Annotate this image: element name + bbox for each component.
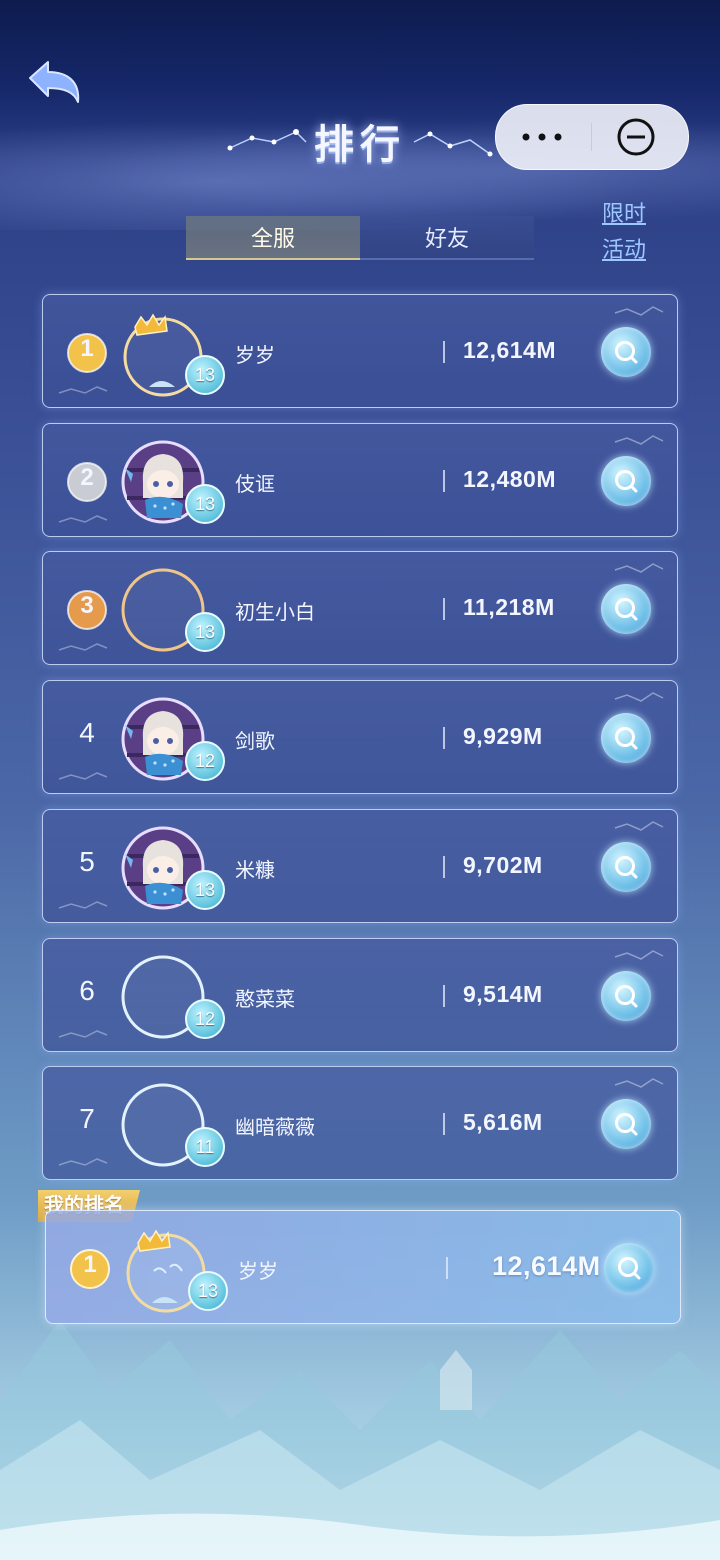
- player-name: 憨菜菜: [235, 988, 295, 1011]
- score-separator: [443, 598, 445, 621]
- constellation-decoration-icon: [58, 1158, 108, 1166]
- view-profile-button[interactable]: [601, 713, 651, 764]
- view-profile-button[interactable]: [601, 841, 651, 892]
- event-link-line1: 限时: [601, 201, 646, 226]
- player-name: 初生小白: [235, 602, 315, 625]
- player-name: 伎诓: [235, 473, 275, 496]
- player-score: 12,480M: [463, 465, 557, 492]
- minus-circle-icon: [617, 118, 655, 156]
- constellation-decoration-icon: [614, 820, 664, 831]
- constellation-decoration-icon: [58, 643, 108, 652]
- search-icon: [615, 727, 638, 750]
- search-icon: [615, 1113, 638, 1136]
- ranking-row[interactable]: 1 13 岁岁 12,614M: [42, 294, 678, 408]
- rank-number: 6: [79, 974, 95, 1006]
- view-profile-button[interactable]: [601, 1099, 651, 1150]
- ranking-row[interactable]: 4 12 剑歌 9,929M: [42, 680, 678, 795]
- score-separator: [443, 1113, 445, 1136]
- constellation-decoration-icon: [614, 306, 664, 316]
- view-profile-button[interactable]: [604, 1243, 654, 1293]
- constellation-decoration-icon: [614, 563, 664, 574]
- constellation-decoration-icon: [58, 900, 108, 909]
- back-arrow-icon: [29, 61, 80, 103]
- player-score: 9,514M: [463, 980, 543, 1007]
- constellation-decoration-icon: [58, 514, 108, 523]
- rank-number: 2: [80, 463, 94, 491]
- player-score: 11,218M: [463, 594, 555, 621]
- my-rank-row[interactable]: 1 13 岁岁 12,614M: [45, 1210, 681, 1324]
- limited-event-link[interactable]: 限时 活动: [592, 196, 656, 268]
- player-name: 米糠: [235, 859, 275, 882]
- ellipsis-icon: [522, 133, 562, 141]
- rank-number: 3: [80, 592, 94, 620]
- player-name: 岁岁: [238, 1261, 278, 1283]
- view-profile-button[interactable]: [601, 455, 651, 506]
- search-icon: [615, 984, 638, 1007]
- player-name: 幽暗薇薇: [235, 1117, 315, 1140]
- constellation-decoration-icon: [58, 772, 108, 780]
- constellation-decoration-icon: [58, 1029, 108, 1038]
- constellation-decoration-icon: [614, 434, 664, 445]
- view-profile-button[interactable]: [601, 584, 651, 635]
- ranking-row[interactable]: 5 13 米糠 9,702M: [42, 808, 678, 923]
- level-badge: 11: [185, 1127, 225, 1168]
- level-badge: 13: [185, 355, 225, 395]
- player-score: 9,929M: [463, 723, 543, 750]
- rank-number: 5: [79, 845, 95, 877]
- view-profile-button[interactable]: [601, 970, 651, 1021]
- rank-number: 7: [79, 1103, 95, 1135]
- player-name: 岁岁: [235, 345, 275, 367]
- score-separator: [446, 1257, 448, 1279]
- my-rank-number: 1: [83, 1251, 97, 1278]
- ranking-row[interactable]: 6 12 憨菜菜 9,514M: [42, 937, 678, 1052]
- score-separator: [443, 727, 445, 750]
- constellation-decoration-icon: [614, 1078, 664, 1089]
- search-icon: [615, 341, 638, 364]
- ranking-row[interactable]: 2 13 伎诓 12,480M: [42, 422, 678, 537]
- event-link-line2: 活动: [601, 237, 646, 262]
- ranking-row[interactable]: 7 11 幽暗薇薇 5,616M: [42, 1066, 678, 1181]
- more-button[interactable]: [496, 105, 591, 169]
- score-separator: [443, 984, 445, 1007]
- level-badge: 13: [185, 483, 225, 524]
- player-score: 5,616M: [463, 1109, 543, 1136]
- player-name: 剑歌: [235, 731, 275, 754]
- tab-all-server[interactable]: 全服: [186, 216, 360, 260]
- score-separator: [443, 341, 445, 363]
- player-score: 9,702M: [463, 851, 543, 878]
- rank-number: 1: [80, 335, 94, 362]
- search-icon: [615, 855, 638, 879]
- level-badge: 12: [185, 741, 225, 782]
- back-button[interactable]: [22, 56, 86, 120]
- rank-tabs: 全服 好友: [186, 216, 534, 260]
- player-score: 12,614M: [492, 1251, 601, 1281]
- search-icon: [618, 1257, 641, 1280]
- constellation-decoration-icon: [58, 386, 108, 394]
- level-badge: 12: [185, 998, 225, 1039]
- page-title-area: 排行: [222, 112, 498, 172]
- constellation-decoration-icon: [614, 949, 664, 960]
- tab-friends[interactable]: 好友: [360, 216, 534, 260]
- level-badge: 13: [185, 612, 225, 653]
- search-icon: [615, 598, 638, 621]
- minimize-button[interactable]: [592, 105, 688, 169]
- search-icon: [615, 469, 638, 493]
- score-separator: [443, 469, 445, 492]
- ranking-row[interactable]: 3 13 初生小白 11,218M: [42, 551, 678, 666]
- level-badge: 13: [185, 869, 225, 910]
- rank-number: 4: [79, 717, 95, 749]
- level-badge: 13: [188, 1271, 228, 1311]
- score-separator: [443, 855, 445, 878]
- mini-program-capsule: [495, 104, 689, 170]
- constellation-decoration-icon: [614, 692, 664, 702]
- view-profile-button[interactable]: [601, 327, 651, 377]
- page-title: 排行: [314, 122, 406, 168]
- player-score: 12,614M: [463, 337, 557, 363]
